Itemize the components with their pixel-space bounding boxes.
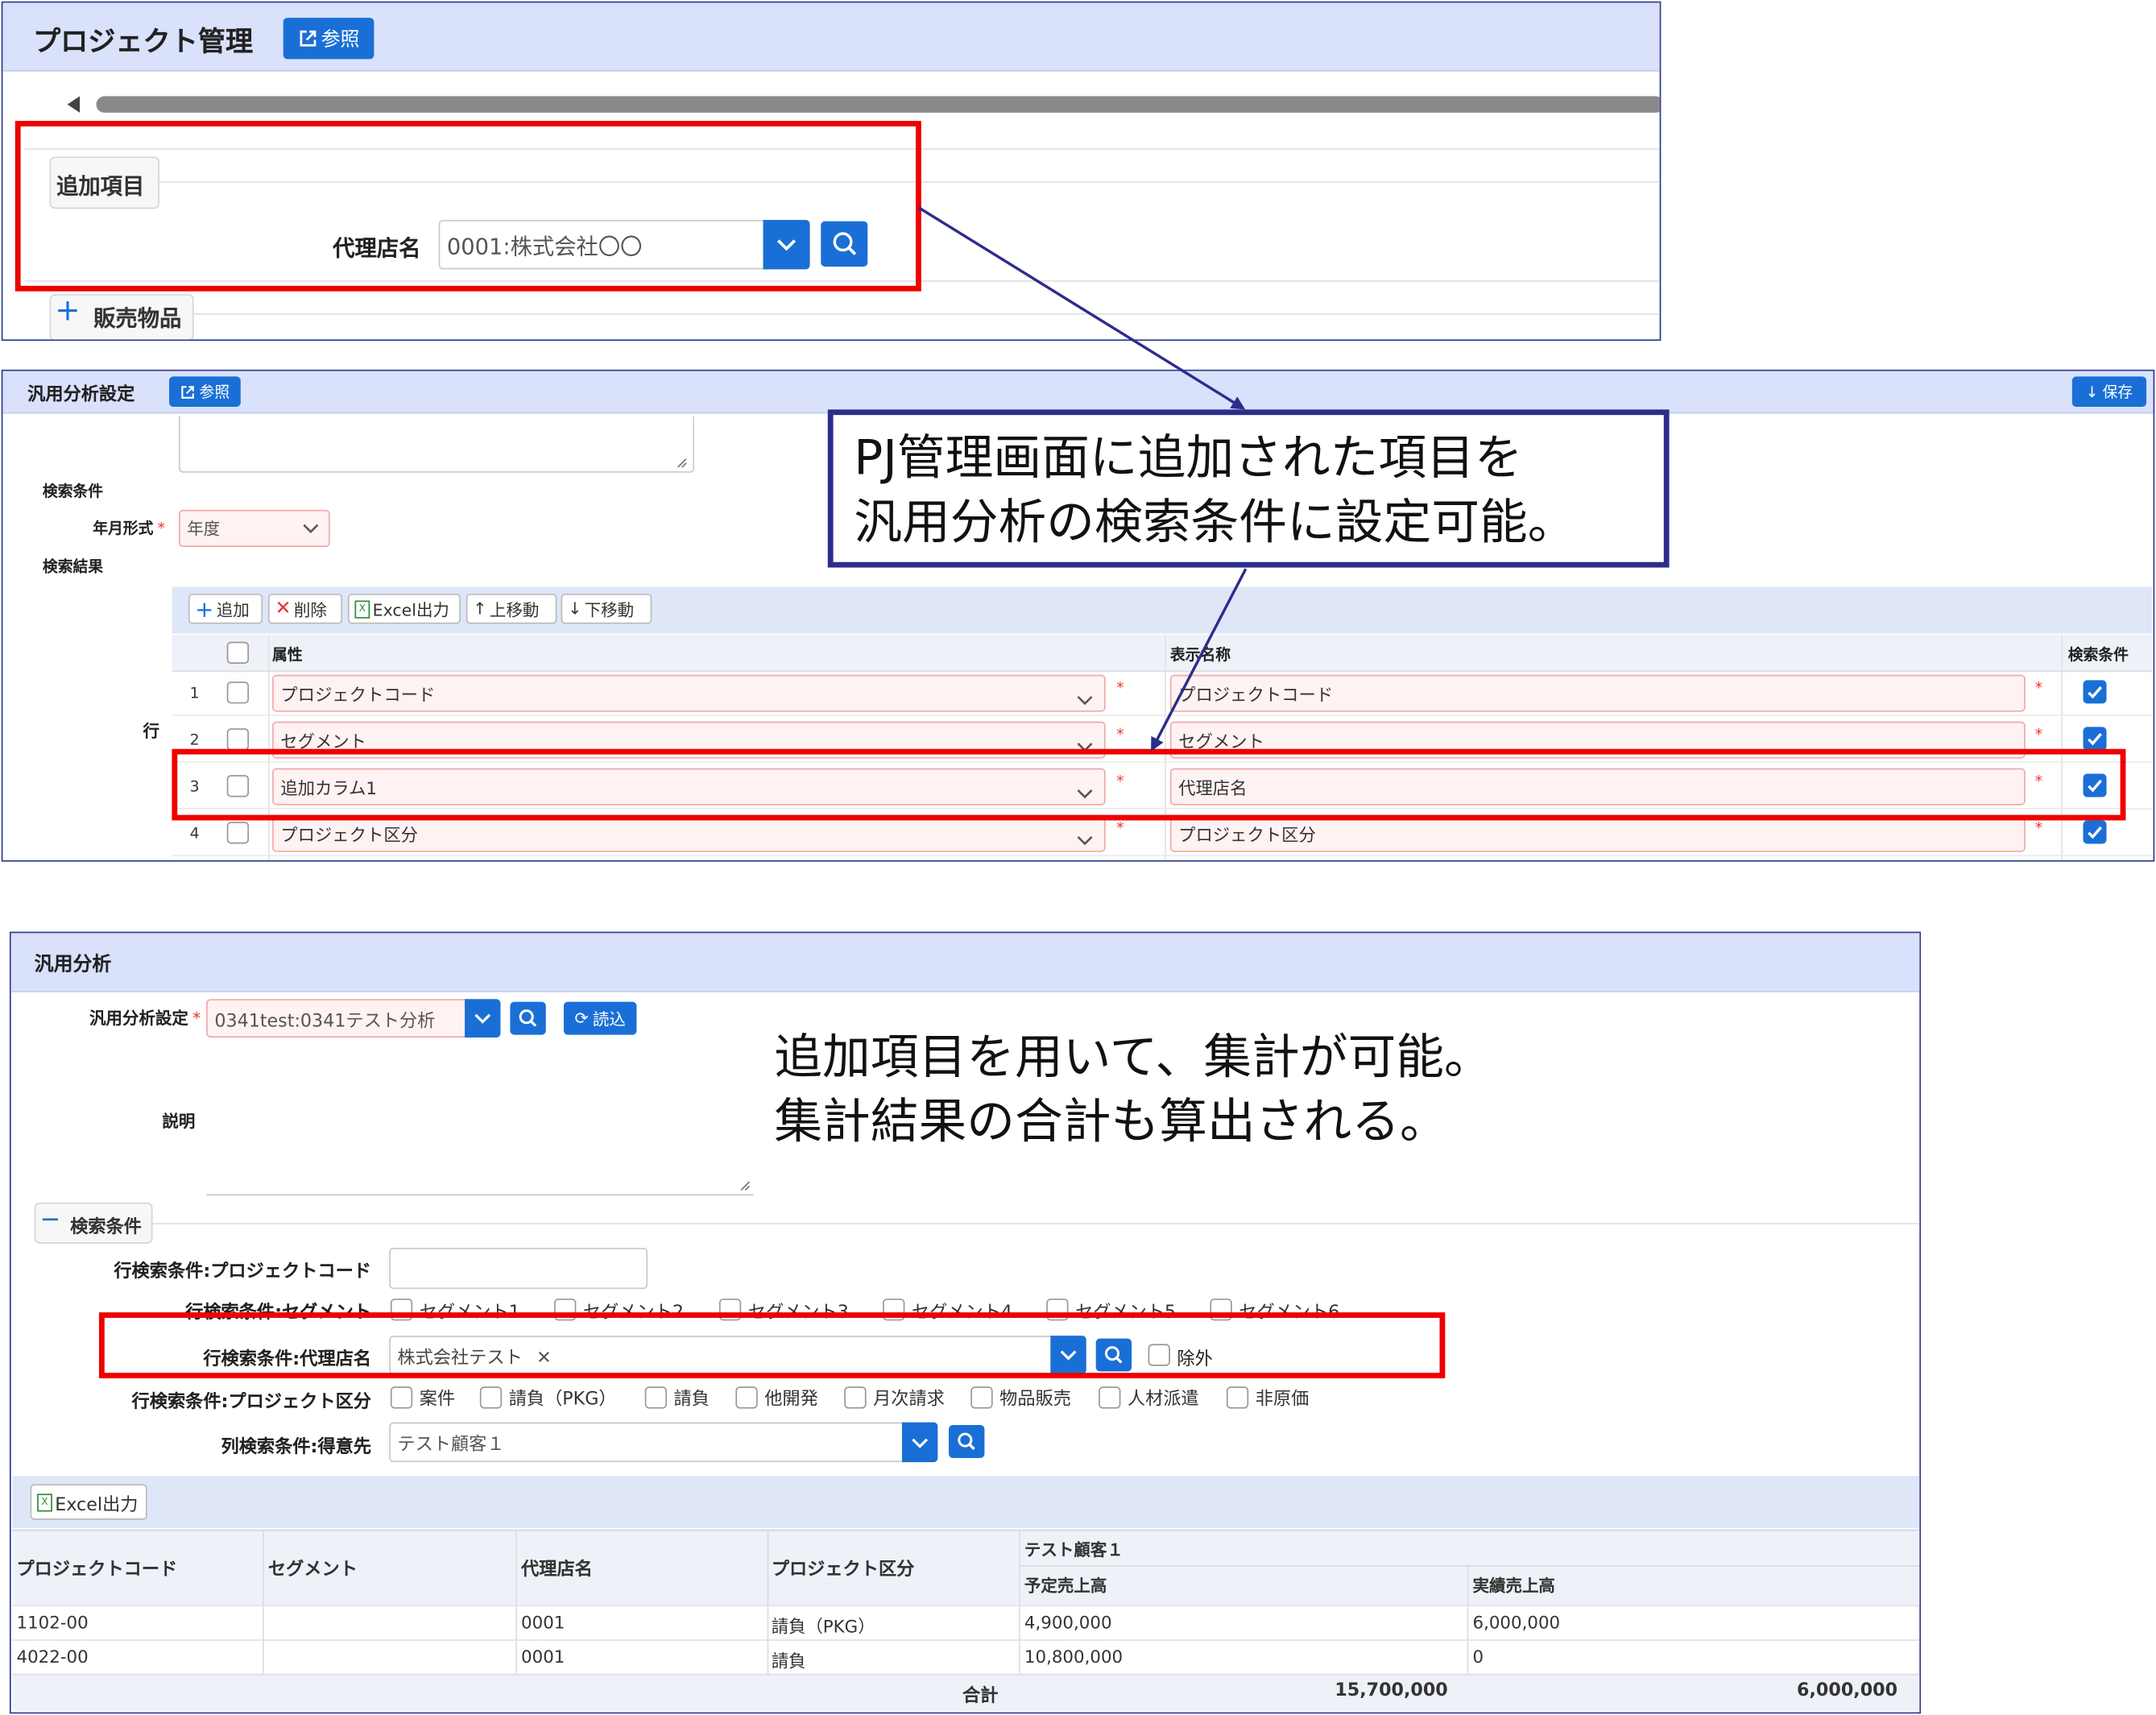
callout-line-1: PJ管理画面に追加された項目を — [854, 431, 1523, 487]
arrow-connectors — [917, 206, 1248, 752]
note-line-2: 集計結果の合計も算出される。 — [774, 1095, 1448, 1150]
callout-line-2: 汎用分析の検索条件に設定可能。 — [854, 495, 1576, 552]
arrow-1 — [917, 206, 1246, 410]
note-line-1: 追加項目を用いて、集計が可能。 — [774, 1030, 1492, 1086]
arrow-2 — [1151, 568, 1248, 752]
stage: プロジェクト管理 参照 追加項目 代理店名 0001:株式会社〇〇 + 販売物品… — [0, 0, 2156, 1715]
